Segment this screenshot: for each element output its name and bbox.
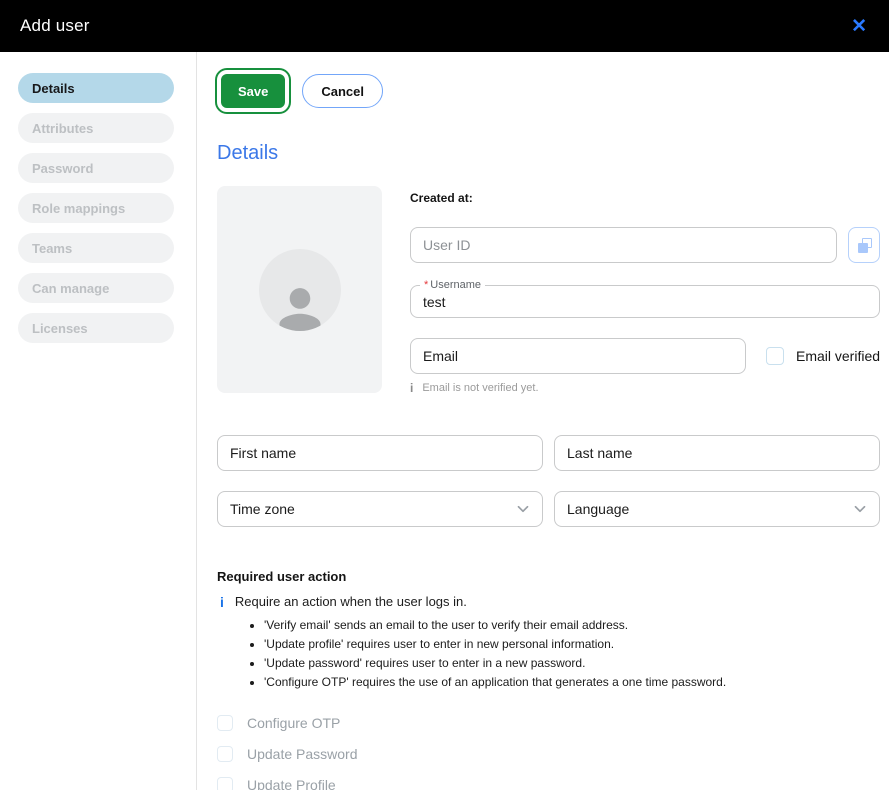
sidebar-item-licenses: Licenses	[18, 313, 174, 343]
required-user-action-title: Required user action	[217, 569, 880, 584]
sidebar-item-attributes: Attributes	[18, 113, 174, 143]
update-password-label: Update Password	[247, 746, 358, 762]
username-input[interactable]	[423, 294, 867, 310]
avatar	[217, 186, 382, 393]
dialog-title: Add user	[20, 16, 90, 36]
username-label: *Username	[420, 278, 485, 292]
info-icon: i	[410, 381, 413, 395]
sidebar: Details Attributes Password Role mapping…	[0, 52, 197, 790]
last-name-field[interactable]	[554, 435, 880, 471]
created-at-label: Created at:	[410, 191, 880, 205]
sidebar-item-password: Password	[18, 153, 174, 183]
close-icon[interactable]: ✕	[851, 17, 867, 36]
chevron-down-icon	[851, 500, 869, 518]
update-profile-row: Update Profile	[217, 777, 880, 790]
copy-icon[interactable]	[848, 227, 880, 263]
time-zone-select[interactable]: Time zone	[217, 491, 543, 527]
save-button[interactable]: Save	[221, 74, 285, 108]
sidebar-item-can-manage: Can manage	[18, 273, 174, 303]
bullet-item: 'Configure OTP' requires the use of an a…	[264, 673, 880, 692]
sidebar-item-role-mappings: Role mappings	[18, 193, 174, 223]
bullet-item: 'Update password' requires user to enter…	[264, 654, 880, 673]
user-id-input[interactable]	[410, 227, 837, 263]
configure-otp-row: Configure OTP	[217, 715, 880, 731]
sidebar-item-details[interactable]: Details	[18, 73, 174, 103]
email-field[interactable]	[410, 338, 746, 374]
email-verified-checkbox[interactable]	[766, 347, 784, 365]
cancel-button[interactable]: Cancel	[302, 74, 383, 108]
sidebar-item-teams: Teams	[18, 233, 174, 263]
dialog-header: Add user ✕	[0, 0, 889, 52]
configure-otp-checkbox[interactable]	[217, 715, 233, 731]
first-name-field[interactable]	[217, 435, 543, 471]
configure-otp-label: Configure OTP	[247, 715, 340, 731]
bullet-item: 'Verify email' sends an email to the use…	[264, 616, 880, 635]
main-content: Save Cancel Details Created at:	[197, 52, 889, 790]
update-password-row: Update Password	[217, 746, 880, 762]
required-user-action-bullets: 'Verify email' sends an email to the use…	[217, 616, 880, 692]
username-field[interactable]: *Username	[410, 285, 880, 318]
required-marker: *	[424, 279, 428, 291]
email-verified-label: Email verified	[796, 348, 880, 364]
update-profile-label: Update Profile	[247, 777, 336, 790]
section-title: Details	[217, 142, 880, 165]
toolbar: Save Cancel	[217, 74, 880, 108]
required-user-action-intro: i Require an action when the user logs i…	[217, 594, 880, 610]
language-select[interactable]: Language	[554, 491, 880, 527]
person-icon	[259, 249, 341, 331]
chevron-down-icon	[514, 500, 532, 518]
info-icon: i	[220, 594, 224, 610]
bullet-item: 'Update profile' requires user to enter …	[264, 635, 880, 654]
required-user-action-section: Required user action i Require an action…	[217, 569, 880, 790]
update-profile-checkbox[interactable]	[217, 777, 233, 790]
update-password-checkbox[interactable]	[217, 746, 233, 762]
email-not-verified-note: i Email is not verified yet.	[410, 381, 880, 395]
